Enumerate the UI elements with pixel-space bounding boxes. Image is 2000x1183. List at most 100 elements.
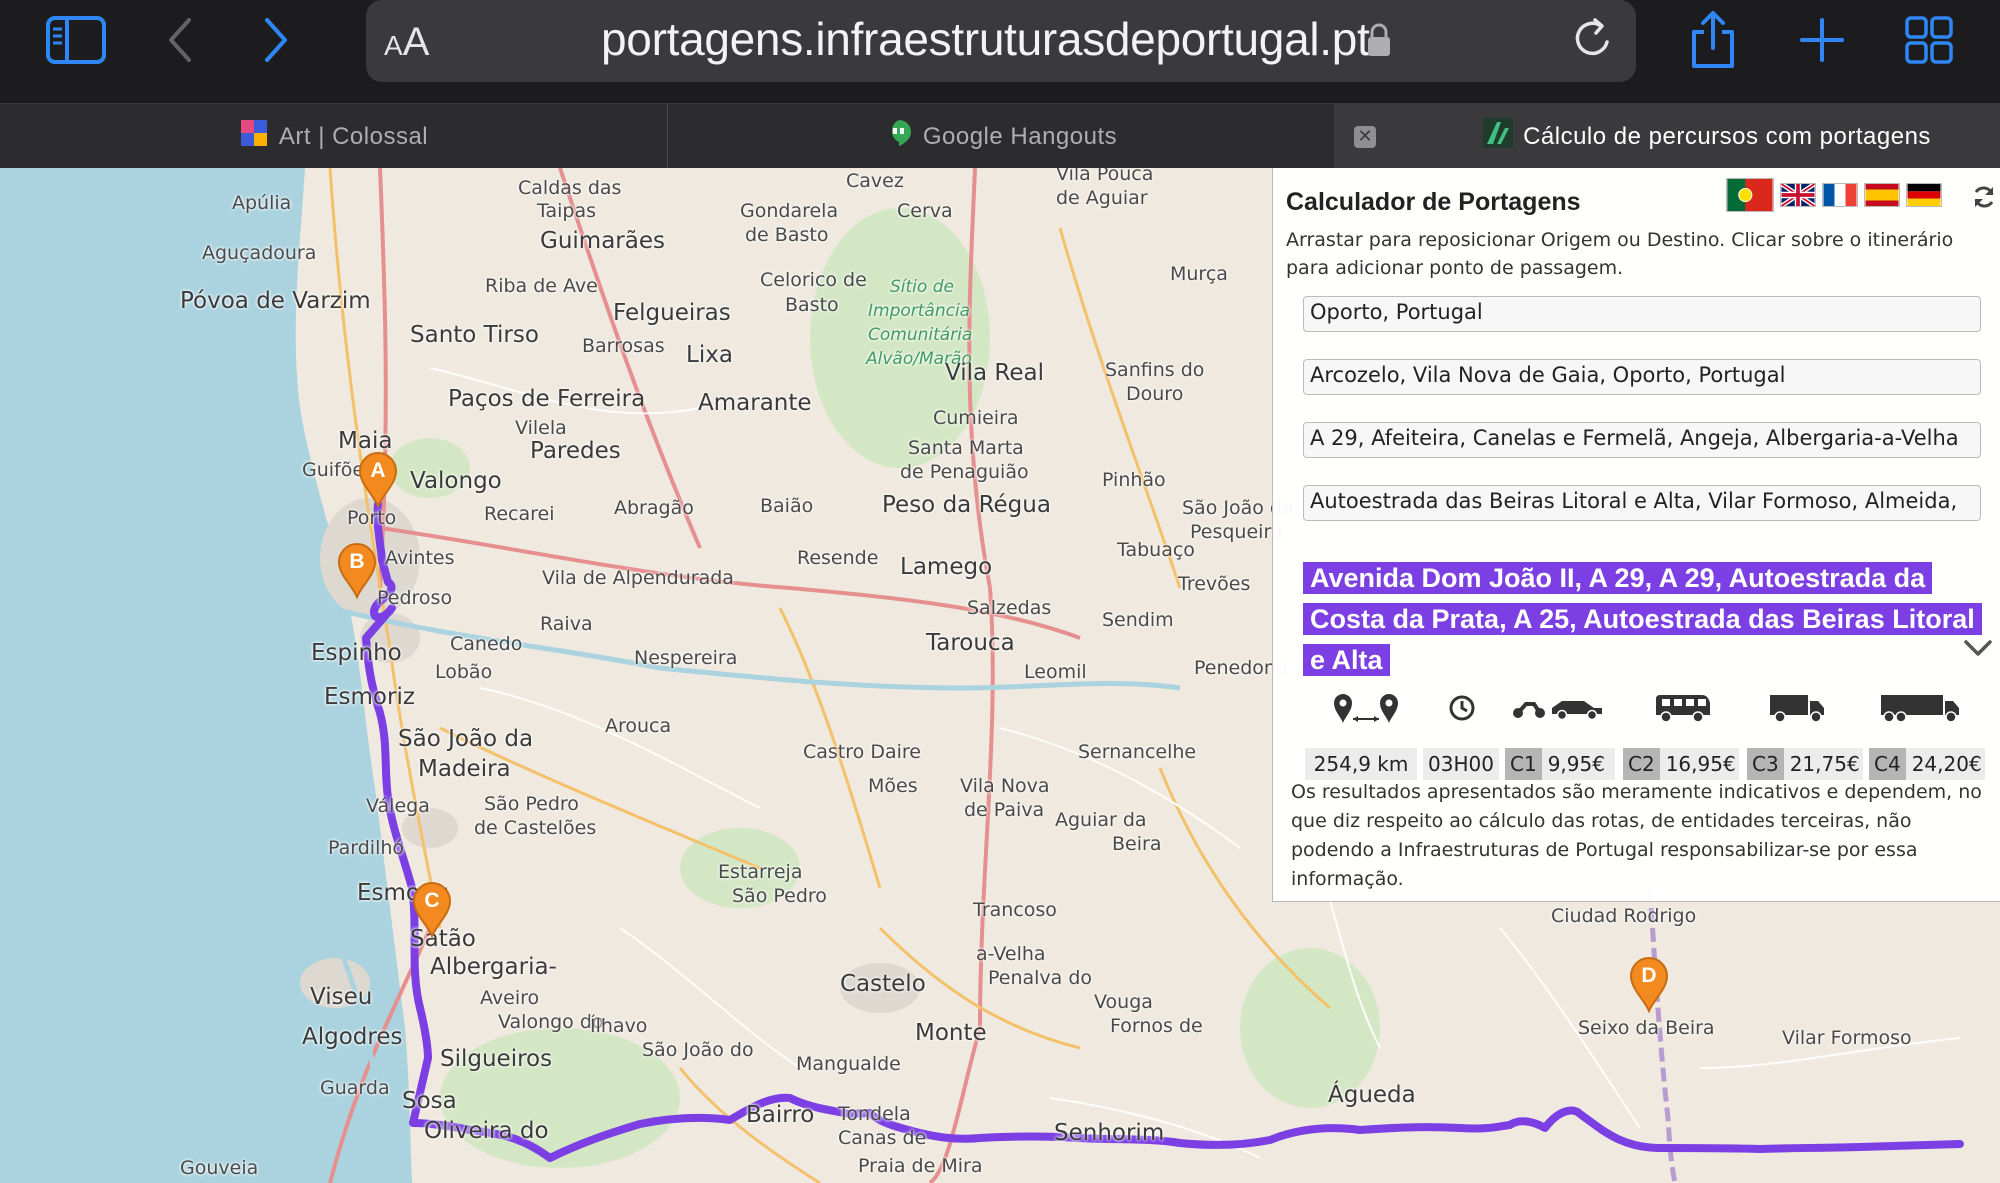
share-icon[interactable] — [1688, 10, 1738, 70]
place-label: Monte — [915, 1020, 987, 1046]
reader-options-button[interactable]: A A — [384, 14, 464, 68]
route-marker-d[interactable]: D — [1628, 955, 1670, 1014]
place-label: Sernancelhe — [1078, 741, 1197, 763]
place-label: de Aguiar — [1056, 187, 1148, 209]
toll-calculator-panel: Calculador de Portagens Arrastar para re… — [1272, 168, 2000, 902]
place-label: Vila Pouca — [1056, 168, 1154, 185]
place-label: Pinhão — [1102, 469, 1166, 491]
language-selector — [1726, 178, 1948, 212]
place-label: Águeda — [1328, 1082, 1416, 1108]
reload-icon[interactable] — [1571, 14, 1615, 66]
chevron-down-icon[interactable] — [1963, 638, 1993, 662]
place-label: Sanfins do — [1105, 359, 1205, 381]
place-label: Sendim — [1102, 609, 1174, 631]
place-label: Guimarães — [540, 228, 665, 254]
tab-overview-icon[interactable] — [1904, 10, 1954, 70]
place-label: São João da — [398, 726, 534, 752]
class-4-price: C4 24,20€ — [1869, 748, 1985, 780]
distance-icon — [1311, 688, 1421, 728]
place-label: Vila Real — [945, 360, 1044, 386]
place-label: Mões — [868, 775, 918, 797]
place-label: de Paiva — [964, 799, 1045, 821]
place-label: Válega — [366, 795, 430, 817]
place-label: Apúlia — [232, 192, 292, 214]
place-label: Vilela — [515, 417, 567, 439]
place-label: Senhorim — [1054, 1120, 1165, 1146]
place-label: Aguiar da — [1055, 809, 1147, 831]
place-label: Vila de Alpendurada — [542, 567, 734, 589]
portugal-flag-icon[interactable] — [1726, 178, 1774, 212]
address-bar[interactable]: A A portagens.infraestruturasdeportugal.… — [366, 0, 1636, 82]
place-label: Bairro — [746, 1102, 815, 1128]
germany-flag-icon[interactable] — [1906, 183, 1942, 207]
selected-route-name[interactable]: Avenida Dom João II, A 29, A 29, Autoest… — [1303, 558, 1982, 681]
tab-calculo-percursos[interactable]: Cálculo de percursos com portagens — [1334, 104, 2000, 169]
close-tab-icon[interactable]: ✕ — [1354, 126, 1376, 148]
origin-input[interactable]: Oporto, Portugal — [1303, 296, 1981, 332]
place-label: Porto — [347, 507, 397, 529]
place-label: Póvoa de Varzim — [180, 288, 371, 314]
place-label: Penalva do — [988, 967, 1093, 989]
class-2-price: C2 16,95€ — [1623, 748, 1739, 780]
class-3-price: C3 21,75€ — [1747, 748, 1863, 780]
tab-label: Art | Colossal — [278, 122, 429, 150]
place-label: Amarante — [698, 390, 812, 416]
back-button-icon[interactable] — [160, 10, 200, 70]
place-label: Paredes — [530, 438, 621, 464]
waypoint-input-1[interactable]: Arcozelo, Vila Nova de Gaia, Oporto, Por… — [1303, 359, 1981, 395]
place-label: Salzedas — [967, 597, 1052, 619]
tab-google-hangouts[interactable]: Google Hangouts — [668, 104, 1334, 169]
place-label: Beira — [1112, 833, 1162, 855]
place-label: Nespereira — [634, 647, 738, 669]
france-flag-icon[interactable] — [1822, 183, 1858, 207]
destination-input[interactable]: Autoestrada das Beiras Litoral e Alta, V… — [1303, 485, 1981, 521]
forward-button-icon[interactable] — [256, 10, 296, 70]
place-label: Castelo — [840, 971, 926, 997]
tab-label: Cálculo de percursos com portagens — [1523, 122, 1931, 150]
place-label: Importância — [868, 301, 971, 321]
tab-art-colossal[interactable]: Art | Colossal — [0, 104, 667, 169]
place-label: Felgueiras — [613, 300, 731, 326]
place-label: Tarouca — [926, 630, 1015, 656]
reset-icon[interactable] — [1971, 184, 1997, 214]
route-marker-b[interactable]: B — [336, 541, 378, 600]
place-label: Avintes — [385, 547, 455, 569]
route-marker-a[interactable]: A — [357, 450, 399, 509]
place-label: Paços de Ferreira — [448, 386, 646, 412]
uk-flag-icon[interactable] — [1780, 183, 1816, 207]
place-label: Douro — [1126, 383, 1184, 405]
marker-label: D — [1641, 964, 1657, 987]
new-tab-icon[interactable] — [1798, 10, 1846, 70]
marker-label: B — [349, 550, 365, 573]
place-label: Algodres — [302, 1024, 403, 1050]
place-label: Silgueiros — [440, 1046, 553, 1072]
waypoint-input-2[interactable]: A 29, Afeiteira, Canelas e Fermelã, Ange… — [1303, 422, 1981, 458]
url-text[interactable]: portagens.infraestruturasdeportugal.pt — [601, 12, 1370, 66]
place-label: Tondela — [838, 1103, 911, 1125]
sidebar-toggle-icon[interactable] — [44, 10, 108, 70]
place-label: São Pedro — [484, 793, 579, 815]
place-label: Aveiro — [480, 987, 540, 1009]
place-label: Cerva — [897, 200, 953, 222]
place-label: Sítio de — [890, 277, 954, 297]
place-label: Murça — [1170, 263, 1228, 285]
place-label: Resende — [797, 547, 879, 569]
place-label: Viseu — [310, 984, 373, 1010]
place-label: Vouga — [1094, 991, 1153, 1013]
place-label: Taipas — [537, 200, 596, 222]
price: 21,75€ — [1789, 752, 1860, 776]
place-label: Lixa — [686, 342, 733, 368]
route-marker-c[interactable]: C — [411, 880, 453, 939]
price: 9,95€ — [1547, 752, 1605, 776]
place-label: Abragão — [614, 497, 694, 519]
place-label: de Castelões — [474, 817, 597, 839]
class-code: C1 — [1505, 748, 1542, 780]
browser-toolbar: A A portagens.infraestruturasdeportugal.… — [0, 0, 2000, 103]
spain-flag-icon[interactable] — [1864, 183, 1900, 207]
place-label: Arouca — [605, 715, 672, 737]
class-code: C3 — [1747, 748, 1784, 780]
place-label: a-Velha — [976, 943, 1046, 965]
place-label: Albergaria- — [430, 954, 557, 980]
place-label: Valongo — [410, 468, 502, 494]
place-label: Sosa — [402, 1088, 457, 1114]
